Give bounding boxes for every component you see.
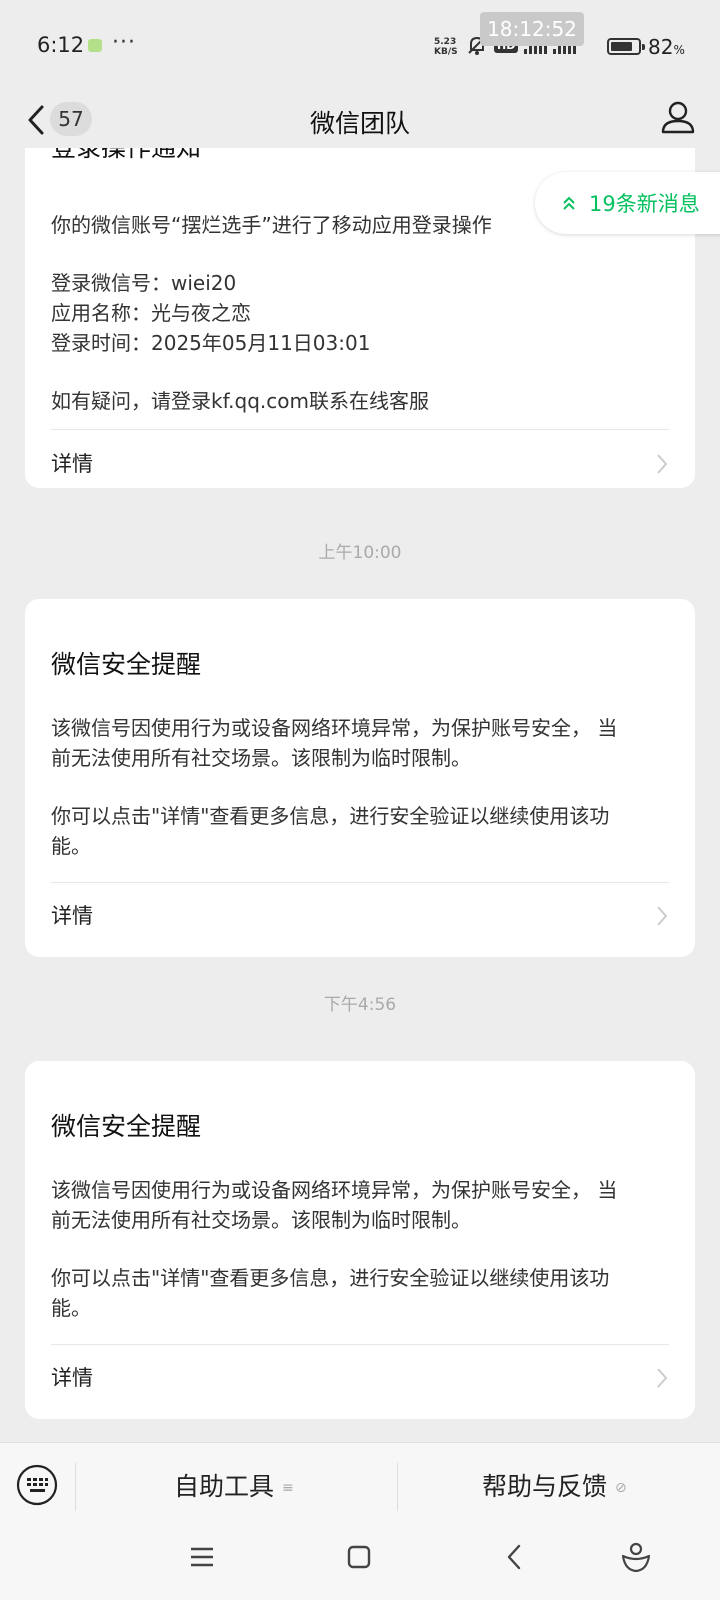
- message-body-line: 前无法使用所有社交场景。该限制为临时限制。: [51, 746, 471, 770]
- status-bar: 6:12 ··· 5.23 KB/S HD 5G 5G 82% 18:12:52: [0, 0, 720, 92]
- network-speed: 5.23 KB/S: [434, 37, 458, 57]
- network-speed-unit: KB/S: [434, 47, 458, 57]
- message-body-line: 登录时间：2025年05月11日03:01: [51, 331, 371, 355]
- message-card-security: 微信安全提醒 该微信号因使用行为或设备网络环境异常，为保护账号安全， 当 前无法…: [25, 1061, 695, 1419]
- menu-item-label: 帮助与反馈: [482, 1472, 608, 1501]
- double-chevron-up-icon: [563, 196, 575, 210]
- official-account-menu: 自助工具 ≡ 帮助与反馈 ⊘: [0, 1442, 720, 1524]
- message-title: 登录操作通知: [51, 148, 201, 164]
- detail-link[interactable]: 详情: [51, 448, 93, 478]
- message-body-line: 能。: [51, 1296, 91, 1320]
- divider: [51, 1344, 669, 1345]
- link-icon: ⊘: [615, 1480, 627, 1496]
- message-body-line: 登录微信号：wiei20: [51, 271, 237, 295]
- profile-icon[interactable]: [660, 98, 696, 138]
- message-title: 微信安全提醒: [51, 1112, 202, 1141]
- message-list[interactable]: 登录操作通知 你的微信账号“摆烂选手”进行了移动应用登录操作 登录微信号：wie…: [0, 148, 720, 1442]
- message-body-line: 能。: [51, 834, 91, 858]
- clock-overlay: 18:12:52: [480, 12, 584, 46]
- divider: [397, 1463, 398, 1511]
- wechat-notification-icon: [88, 39, 102, 52]
- message-timestamp: 上午10:00: [318, 543, 402, 563]
- assistant-icon[interactable]: [620, 1540, 652, 1574]
- message-body-line: 你可以点击"详情"查看更多信息，进行安全验证以继续使用该功: [51, 804, 610, 828]
- home-icon[interactable]: [344, 1542, 374, 1572]
- new-messages-button[interactable]: 19条新消息: [535, 172, 720, 234]
- list-icon: ≡: [282, 1480, 294, 1496]
- divider: [51, 882, 669, 883]
- message-body-line: 如有疑问，请登录kf.qq.com联系在线客服: [51, 389, 429, 413]
- message-card-security: 微信安全提醒 该微信号因使用行为或设备网络环境异常，为保护账号安全， 当 前无法…: [25, 599, 695, 957]
- chevron-right-icon: [657, 1368, 668, 1388]
- message-title: 微信安全提醒: [51, 650, 202, 679]
- network-speed-value: 5.23: [434, 37, 457, 47]
- message-body-line: 你可以点击"详情"查看更多信息，进行安全验证以继续使用该功: [51, 1266, 610, 1290]
- back-icon[interactable]: [500, 1542, 530, 1572]
- keyboard-icon[interactable]: [16, 1464, 58, 1506]
- chat-header: 57 微信团队: [0, 92, 720, 148]
- divider: [75, 1463, 76, 1511]
- chevron-right-icon: [657, 454, 668, 474]
- chevron-right-icon: [657, 906, 668, 926]
- divider: [51, 429, 669, 430]
- message-timestamp: 下午4:56: [323, 995, 397, 1015]
- detail-link[interactable]: 详情: [51, 1362, 93, 1392]
- menu-self-service-tools[interactable]: 自助工具 ≡: [174, 1467, 294, 1503]
- message-body-line: 应用名称：光与夜之恋: [51, 301, 251, 325]
- menu-icon[interactable]: [187, 1542, 217, 1572]
- message-body-line: 该微信号因使用行为或设备网络环境异常，为保护账号安全， 当: [51, 716, 618, 740]
- new-messages-label: 19条新消息: [589, 192, 700, 216]
- menu-item-label: 自助工具: [174, 1472, 275, 1501]
- battery-percent: 82%: [648, 35, 685, 59]
- battery-icon: [607, 38, 645, 55]
- more-notifications-indicator: ···: [112, 30, 136, 55]
- message-body-line: 前无法使用所有社交场景。该限制为临时限制。: [51, 1208, 471, 1232]
- message-body-line: 该微信号因使用行为或设备网络环境异常，为保护账号安全， 当: [51, 1178, 618, 1202]
- menu-help-feedback[interactable]: 帮助与反馈 ⊘: [482, 1467, 627, 1503]
- status-time: 6:12: [37, 33, 85, 57]
- page-title: 微信团队: [309, 109, 410, 138]
- system-navigation-bar: [0, 1524, 720, 1600]
- detail-link[interactable]: 详情: [51, 900, 93, 930]
